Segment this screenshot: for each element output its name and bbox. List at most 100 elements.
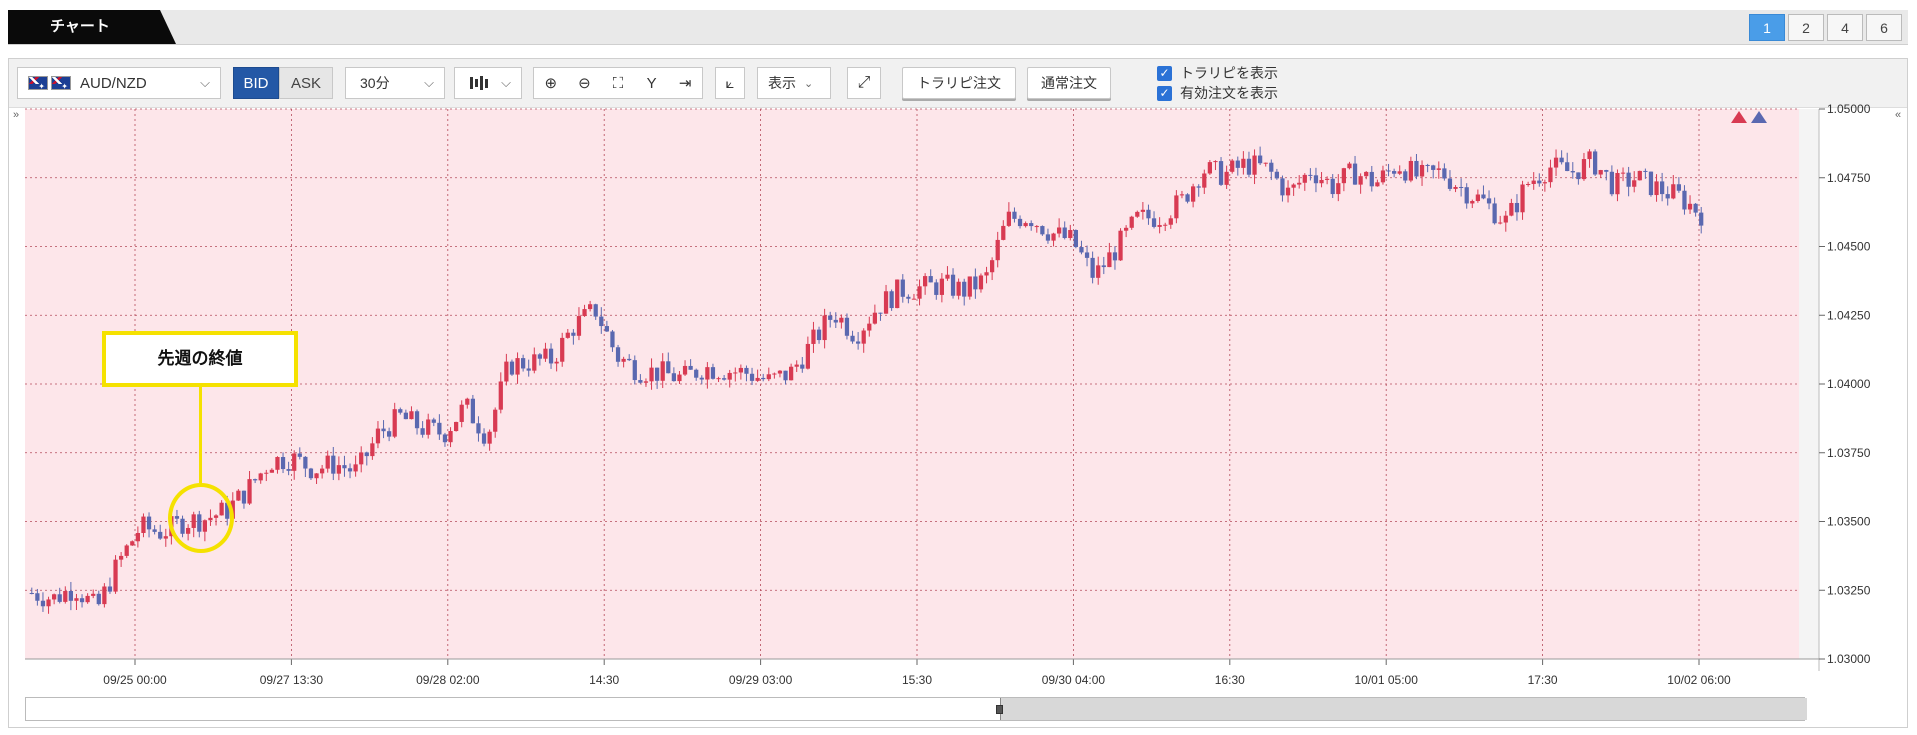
candle-body <box>1213 161 1218 163</box>
price-tick-label: 1.04250 <box>1827 308 1871 322</box>
candle-body <box>800 364 805 369</box>
candle-body <box>1341 168 1346 184</box>
candle-body <box>928 276 933 283</box>
candle-body <box>124 545 129 556</box>
candle-body <box>755 377 760 381</box>
layout-6-button[interactable]: 6 <box>1866 14 1902 41</box>
candle-body <box>1609 171 1614 195</box>
candle-body <box>1598 170 1603 175</box>
candle-body <box>135 532 140 542</box>
candle-body <box>939 278 944 295</box>
candle-body <box>1687 203 1693 210</box>
time-tick-label: 09/28 02:00 <box>416 673 480 687</box>
candle-body <box>152 529 157 532</box>
candle-body <box>409 411 414 420</box>
candle-body <box>347 468 353 472</box>
candle-body <box>878 312 883 314</box>
candle-body <box>906 296 911 299</box>
candle-body <box>1632 180 1637 187</box>
candle-body <box>1179 194 1185 196</box>
candle-body <box>1648 171 1654 196</box>
candle-body <box>677 374 682 382</box>
candle-body <box>978 275 984 290</box>
candle-body <box>1263 162 1268 164</box>
candle-body <box>694 369 699 378</box>
candle-body <box>794 364 799 367</box>
candle-body <box>1151 218 1157 227</box>
candle-body <box>655 367 660 381</box>
annotation-highlight-circle <box>168 483 234 553</box>
candle-body <box>420 428 425 435</box>
candle-body <box>35 593 40 601</box>
candle-body <box>844 317 850 336</box>
candle-body <box>1313 175 1319 184</box>
candle-body <box>816 329 822 341</box>
candle-body <box>1157 225 1162 227</box>
candle-body <box>498 381 503 410</box>
candle-body <box>314 473 319 479</box>
candle-body <box>504 361 509 382</box>
range-navigator[interactable] <box>25 697 1807 721</box>
candle-body <box>1040 226 1045 235</box>
candle-body <box>1017 218 1023 227</box>
candle-body <box>872 312 877 324</box>
candle-body <box>543 348 548 359</box>
layout-4-button[interactable]: 4 <box>1827 14 1863 41</box>
candle-body <box>705 367 710 380</box>
candle-body <box>509 361 515 375</box>
candle-body <box>107 586 113 592</box>
candle-body <box>1258 155 1263 164</box>
candle-body <box>984 272 989 276</box>
candle-body <box>1587 151 1592 160</box>
candle-body <box>1643 170 1648 172</box>
candle-body <box>481 433 487 444</box>
candle-body <box>442 434 448 443</box>
candle-body <box>102 586 107 605</box>
navigator-handle[interactable] <box>996 705 1003 714</box>
price-tick-label: 1.03250 <box>1827 583 1871 597</box>
candle-body <box>1570 171 1575 173</box>
candle-body <box>1604 170 1609 172</box>
time-tick-label: 17:30 <box>1528 673 1558 687</box>
candle-body <box>292 453 297 471</box>
layout-1-button[interactable]: 1 <box>1749 14 1785 41</box>
candle-body <box>1442 168 1447 179</box>
candle-body <box>1380 170 1386 183</box>
candle-body <box>1693 203 1698 213</box>
navigator-selected-range[interactable] <box>1000 698 1807 720</box>
candle-body <box>275 457 280 470</box>
chart-tab[interactable]: チャート <box>8 10 176 44</box>
candle-body <box>146 516 152 530</box>
candle-body <box>308 468 314 479</box>
candle-body <box>1297 182 1302 185</box>
candlestick-chart[interactable]: 1.05000 1.04750 1.04500 1.04250 1.04000 1.037… <box>9 59 1909 729</box>
candle-body <box>811 329 816 344</box>
candle-body <box>548 348 554 364</box>
candle-body <box>364 452 369 457</box>
price-tick-label: 1.03000 <box>1827 652 1871 666</box>
candle-body <box>895 279 900 309</box>
candle-body <box>1369 171 1374 187</box>
candle-body <box>990 260 995 273</box>
candle-body <box>57 594 62 602</box>
price-tick-label: 1.04000 <box>1827 377 1871 391</box>
candle-body <box>381 428 386 432</box>
candle-body <box>1034 226 1039 228</box>
candle-body <box>1548 167 1553 183</box>
candle-body <box>699 377 704 380</box>
candle-body <box>264 472 269 474</box>
candle-body <box>336 465 341 474</box>
candle-body <box>632 360 637 381</box>
candle-body <box>1699 212 1704 226</box>
candle-body <box>1559 157 1564 163</box>
candle-body <box>85 595 90 603</box>
candle-body <box>52 594 57 600</box>
candle-body <box>269 469 274 473</box>
candle-body <box>431 419 436 423</box>
candle-body <box>1386 170 1391 172</box>
candle-body <box>666 361 671 374</box>
candle-body <box>1302 174 1307 183</box>
candle-body <box>342 465 347 469</box>
price-scroll-strip <box>1799 109 1819 659</box>
layout-2-button[interactable]: 2 <box>1788 14 1824 41</box>
